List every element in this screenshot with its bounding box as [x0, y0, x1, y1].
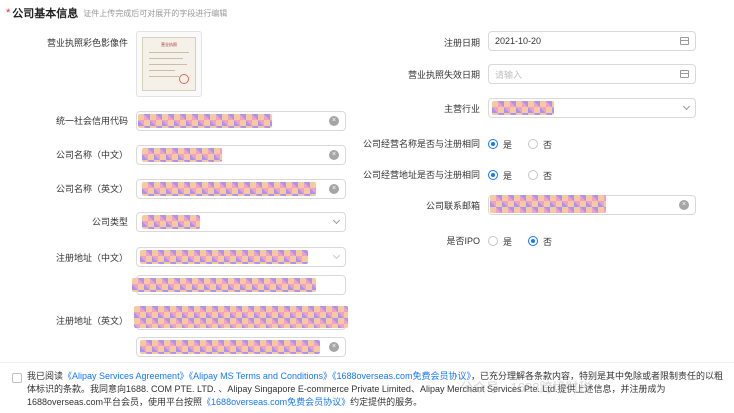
- radio-checked-icon[interactable]: [488, 139, 498, 149]
- license-image-title: 营业执照: [161, 42, 177, 47]
- address-cn-label: 注册地址（中文）: [55, 253, 128, 263]
- name-en-label: 公司名称（英文）: [55, 184, 128, 194]
- chevron-down-icon: [332, 251, 341, 260]
- redacted-value: [140, 340, 320, 354]
- license-thumbnail: 营业执照: [142, 37, 196, 91]
- license-upload[interactable]: 营业执照: [136, 31, 202, 97]
- address-en-label: 注册地址（英文）: [55, 316, 128, 326]
- reg-date-label: 注册日期: [443, 38, 480, 48]
- license-label: 营业执照彩色影像件: [46, 38, 128, 48]
- agreement-checkbox[interactable]: [12, 373, 22, 383]
- industry-label: 主营行业: [443, 104, 480, 114]
- name-same-radio-group: 是 否: [488, 137, 568, 151]
- ipo-no[interactable]: 否: [528, 235, 552, 248]
- redacted-value: [142, 148, 222, 162]
- radio-icon[interactable]: [488, 236, 498, 246]
- radio-icon[interactable]: [528, 139, 539, 149]
- name-cn-label: 公司名称（中文）: [55, 150, 128, 160]
- license-expiry-label: 营业执照失效日期: [407, 70, 480, 80]
- seal-icon: [179, 74, 189, 84]
- watermark: 公众号 · 1688跨境财税: [460, 380, 592, 395]
- chevron-down-icon: [332, 216, 341, 225]
- clear-icon[interactable]: ×: [329, 184, 339, 194]
- alipay-ms-terms-link[interactable]: 《Alipay MS Terms and Conditions》: [189, 371, 332, 381]
- name-same-no[interactable]: 否: [528, 138, 552, 151]
- agreement-footer: 我已阅读《Alipay Services Agreement》《Alipay M…: [0, 362, 734, 413]
- name-same-yes[interactable]: 是: [488, 138, 512, 151]
- ipo-radio-group: 是 否: [488, 234, 568, 248]
- radio-checked-icon[interactable]: [528, 236, 539, 246]
- radio-icon[interactable]: [528, 170, 539, 180]
- chevron-down-icon: [682, 102, 691, 111]
- agreement-text: 我已阅读《Alipay Services Agreement》《Alipay M…: [27, 371, 724, 407]
- reg-date-picker[interactable]: 2021-10-20: [488, 31, 696, 51]
- member-agreement-link[interactable]: 《1688overseas.com免费会员协议》: [332, 371, 471, 381]
- email-label: 公司联系邮箱: [425, 201, 480, 211]
- name-same-label: 公司经营名称是否与注册相同: [362, 139, 480, 149]
- license-expiry-picker[interactable]: 请输入: [488, 64, 696, 84]
- required-mark: *: [6, 7, 11, 19]
- redacted-value: [132, 278, 316, 292]
- radio-checked-icon[interactable]: [488, 170, 498, 180]
- clear-icon[interactable]: ×: [679, 200, 689, 210]
- section-hint: 证件上传完成后可对展开的字段进行编辑: [83, 8, 228, 18]
- redacted-value: [492, 101, 554, 115]
- clear-icon[interactable]: ×: [329, 116, 339, 126]
- redacted-value: [134, 306, 348, 328]
- addr-same-no[interactable]: 否: [528, 169, 552, 182]
- clear-icon[interactable]: ×: [329, 150, 339, 160]
- section-header: * 公司基本信息 证件上传完成后可对展开的字段进行编辑: [6, 6, 227, 20]
- redacted-value: [142, 215, 200, 229]
- ipo-yes[interactable]: 是: [488, 235, 512, 248]
- reg-date-value: 2021-10-20: [495, 36, 542, 46]
- redacted-value: [138, 114, 272, 128]
- calendar-icon[interactable]: [680, 70, 689, 78]
- addr-same-label: 公司经营地址是否与注册相同: [362, 170, 480, 180]
- alipay-services-agreement-link[interactable]: 《Alipay Services Agreement》: [63, 371, 189, 381]
- license-expiry-placeholder: 请输入: [495, 69, 523, 80]
- addr-same-yes[interactable]: 是: [488, 169, 512, 182]
- redacted-value: [142, 182, 316, 196]
- redacted-value: [140, 250, 308, 264]
- addr-same-radio-group: 是 否: [488, 168, 568, 182]
- member-agreement-link-2[interactable]: 《1688overseas.com免费会员协议》: [202, 397, 350, 407]
- redacted-value: [490, 195, 606, 213]
- credit-code-label: 统一社会信用代码: [55, 116, 128, 126]
- calendar-icon[interactable]: [680, 37, 689, 45]
- ipo-label: 是否IPO: [446, 236, 480, 246]
- company-type-label: 公司类型: [91, 217, 128, 227]
- section-title: 公司基本信息: [12, 8, 79, 20]
- clear-icon[interactable]: ×: [329, 342, 339, 352]
